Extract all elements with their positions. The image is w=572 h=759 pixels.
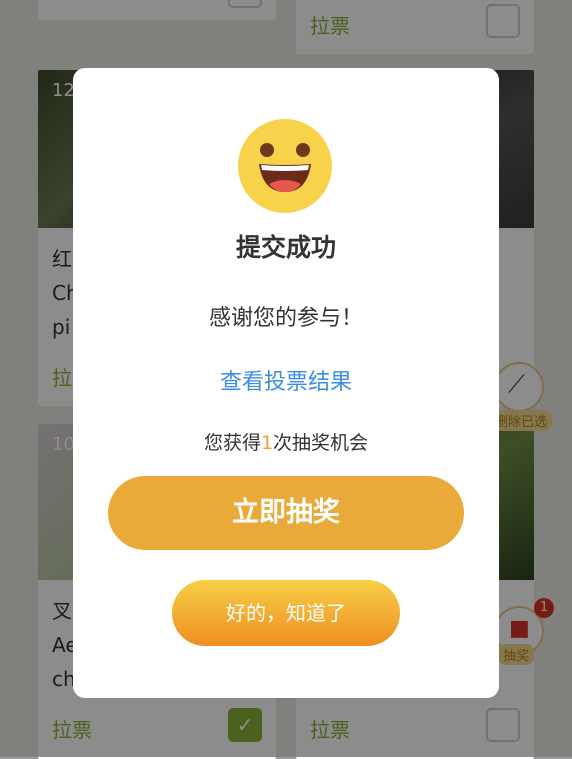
draw-lottery-button[interactable]: 立即抽奖 xyxy=(108,476,464,550)
view-results-link[interactable]: 查看投票结果 xyxy=(73,364,499,396)
lottery-chance-text: 您获得1次抽奖机会 xyxy=(73,428,499,455)
chance-count: 1 xyxy=(260,432,274,454)
smiley-face-icon xyxy=(238,119,332,213)
chance-suffix: 次抽奖机会 xyxy=(273,432,369,454)
submit-success-dialog: 提交成功 感谢您的参与！ 查看投票结果 您获得1次抽奖机会 立即抽奖 好的，知道… xyxy=(73,68,499,698)
thanks-message: 感谢您的参与！ xyxy=(208,306,363,331)
dialog-title: 提交成功 xyxy=(235,233,336,262)
chance-prefix: 您获得 xyxy=(203,432,261,454)
ok-got-it-button[interactable]: 好的，知道了 xyxy=(172,580,400,646)
